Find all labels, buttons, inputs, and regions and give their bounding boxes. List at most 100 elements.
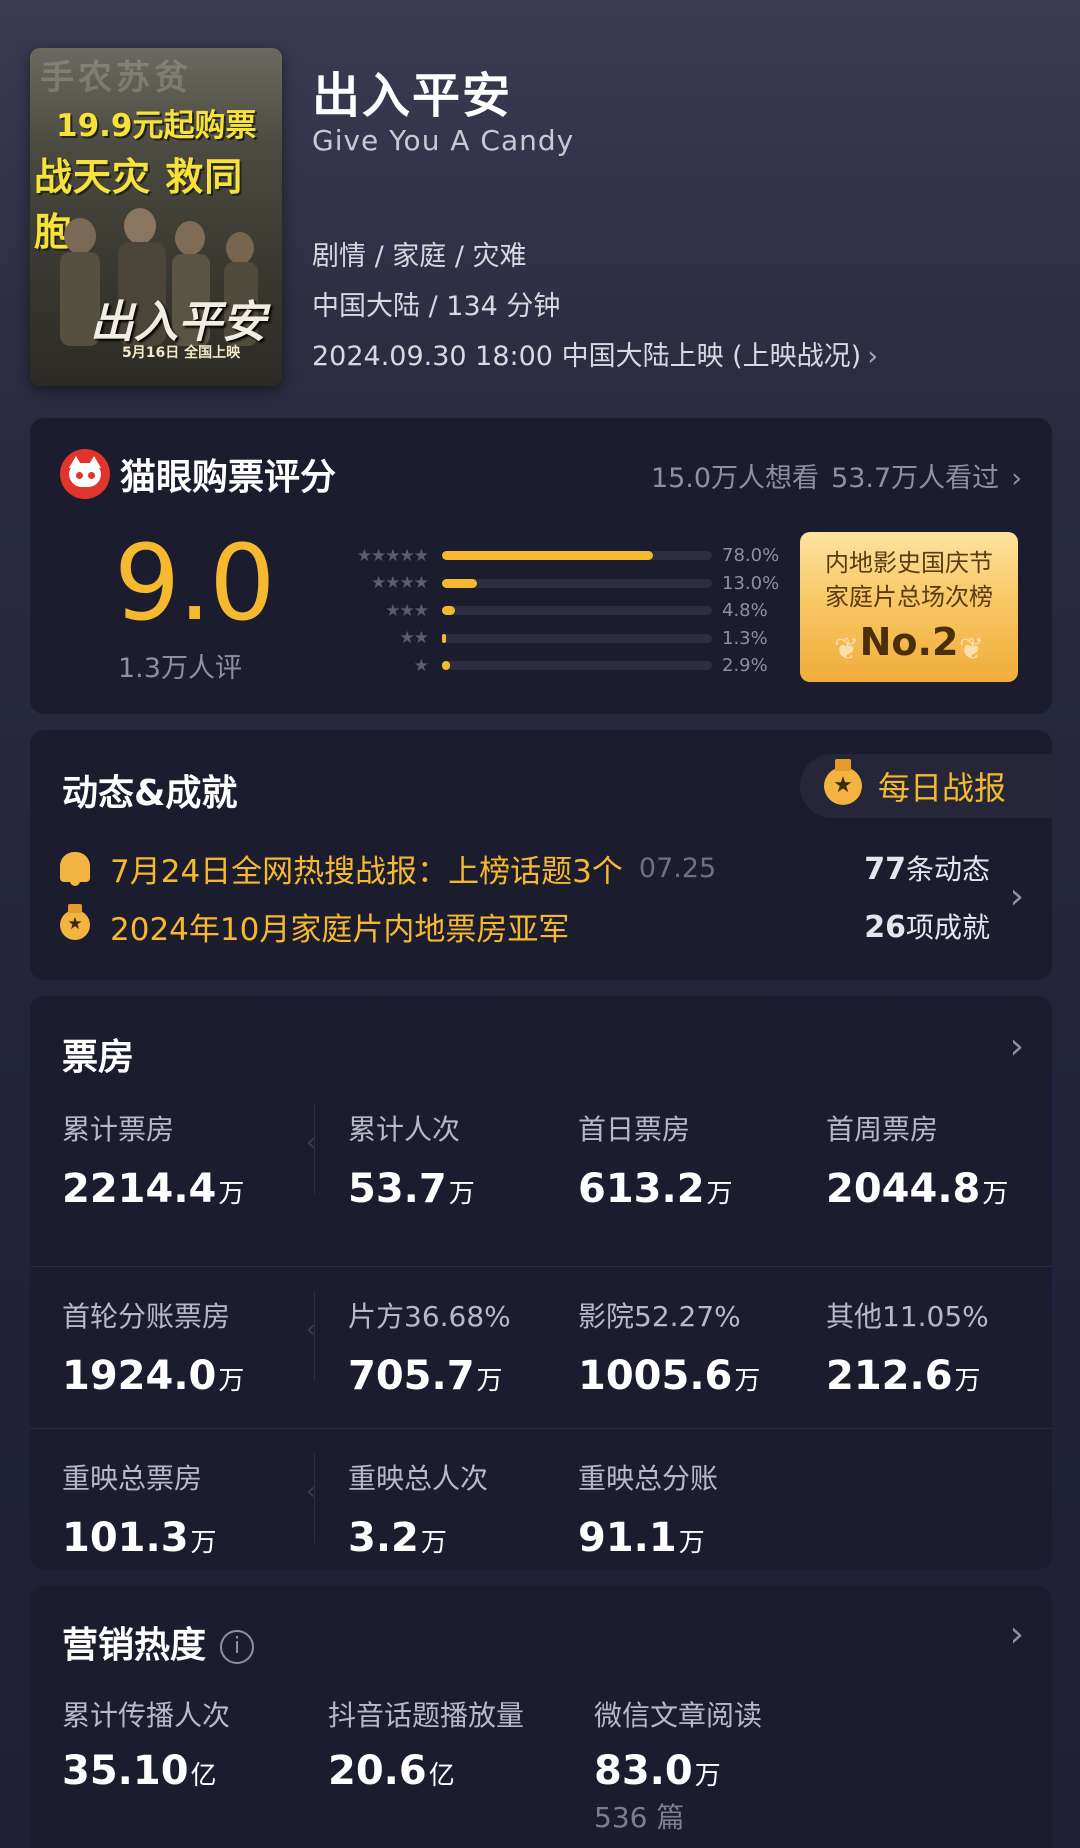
stat-label: 累计人次 [348, 1113, 461, 1146]
rating-bar-row: ★★ 1.3% [332, 625, 812, 653]
news-item[interactable]: 7月24日全网热搜战报：上榜话题3个 07.25 [60, 846, 716, 891]
box-office-title: 票房 [62, 1037, 135, 1078]
rating-bar-fill [442, 578, 478, 588]
rating-header: 猫眼购票评分 [60, 448, 336, 500]
rating-bar-track [442, 578, 712, 588]
watched-count: 53.7万人看过 [831, 463, 1000, 494]
stat-label: 重映总分账 [578, 1462, 719, 1495]
movie-poster[interactable]: 手农苏贫 19.9元起购票 战天灾 救同胞 出入平安 5月16日 全国上映 [30, 48, 282, 386]
rating-bar-row: ★★★★★ 78.0% [332, 542, 812, 570]
stat-label: 累计票房 [62, 1113, 175, 1146]
stat-label: 抖音话题播放量 [328, 1699, 525, 1732]
dynamics-card[interactable]: 动态&成就 ★ 每日战报 7月24日全网热搜战报：上榜话题3个 07.25 ★ … [30, 730, 1052, 980]
maoyan-cat-icon [60, 449, 110, 499]
movie-release-link[interactable]: 2024.09.30 18:00 中国大陆上映 (上映战况) › [312, 334, 878, 373]
rating-bar-track [442, 661, 712, 671]
stat-value: 2044.8万 [826, 1166, 1008, 1212]
rank-line-2: 家庭片总场次榜 [825, 583, 993, 611]
column-divider [306, 1291, 316, 1381]
rank-badge[interactable]: 内地影史国庆节 家庭片总场次榜 No.2 ❦ ❦ [800, 532, 1018, 682]
box-office-stat: 累计票房 2214.4万 [62, 1104, 244, 1212]
stat-value: 613.2万 [578, 1166, 733, 1212]
daily-report-button[interactable]: ★ 每日战报 [800, 754, 1052, 818]
rating-bar-fill [442, 661, 450, 671]
box-office-row: 重映总票房 101.3万 重映总人次 3.2万 重映总分账 91.1万 [30, 1428, 1052, 1590]
chevron-right-icon[interactable]: › [1010, 876, 1024, 917]
dynamic-count: 77条动态 [864, 848, 990, 888]
info-icon[interactable]: i [220, 1630, 255, 1664]
stat-number: 1005.6 [578, 1353, 733, 1399]
rating-percent: 2.9% [722, 655, 768, 677]
box-office-stat: 重映总人次 3.2万 [348, 1453, 488, 1561]
box-office-stat: 片方36.68% 705.7万 [348, 1291, 511, 1399]
rater-count: 1.3万人评 [118, 653, 242, 684]
poster-top-text: 手农苏贫 [40, 58, 192, 98]
stat-value: 3.2万 [348, 1515, 488, 1561]
stat-number: 101.3 [62, 1515, 189, 1561]
marketing-card[interactable]: 营销热度 i › 累计传播人次 35.10亿 抖音话题播放量 20.6亿 微信文章阅读 83… [30, 1586, 1052, 1848]
star-icon: ★★ [399, 628, 429, 649]
poster-price-text: 19.9元起购票 [56, 108, 257, 144]
stat-label: 首轮分账票房 [62, 1300, 231, 1333]
daily-report-label: 每日战报 [878, 769, 1007, 807]
chevron-right-icon: › [1011, 463, 1022, 494]
achievement-item[interactable]: ★ 2024年10月家庭片内地票房亚军 [60, 903, 569, 949]
star-icon: ★★★ [385, 600, 429, 621]
rating-score: 9.0 [114, 522, 275, 644]
laurel-right-icon: ❦ [958, 632, 984, 667]
rank-line-1: 内地影史国庆节 [825, 549, 993, 577]
rating-card[interactable]: 猫眼购票评分 15.0万人想看 53.7万人看过 › 9.0 1.3万人评 ★★★★… [30, 418, 1052, 714]
stat-number: 3.2 [348, 1515, 419, 1561]
release-text: 2024.09.30 18:00 中国大陆上映 (上映战况) [312, 341, 862, 372]
box-office-stat: 首日票房 613.2万 [578, 1104, 733, 1212]
watch-stats[interactable]: 15.0万人想看 53.7万人看过 › [639, 456, 1022, 495]
stat-value: 1924.0万 [62, 1353, 244, 1399]
stat-value: 20.6亿 [328, 1748, 524, 1794]
stat-unit: 万 [954, 1366, 981, 1396]
stat-value: 1005.6万 [578, 1353, 760, 1399]
box-office-grid: 累计票房 2214.4万 累计人次 53.7万 首日票房 613.2万 首周票房 2044.8… [30, 1104, 1052, 1590]
bell-icon [60, 851, 90, 886]
box-office-stat: 重映总票房 101.3万 [62, 1453, 217, 1561]
movie-genres: 剧情 / 家庭 / 灾难 [312, 241, 527, 272]
marketing-stat: 累计传播人次 35.10亿 [62, 1690, 230, 1794]
stat-number: 20.6 [328, 1748, 427, 1794]
stat-label: 首周票房 [826, 1113, 939, 1146]
stat-number: 1924.0 [62, 1353, 217, 1399]
stat-value: 35.10亿 [62, 1748, 230, 1794]
news-date: 07.25 [638, 853, 717, 884]
rating-bar-row: ★ 2.9% [332, 652, 812, 680]
stat-label: 其他11.05% [826, 1300, 989, 1333]
chevron-right-icon: › [867, 341, 879, 372]
medal-icon: ★ [60, 903, 90, 940]
rating-bar-fill [442, 551, 653, 561]
stat-value: 83.0万 [594, 1748, 762, 1794]
box-office-stat: 首轮分账票房 1924.0万 [62, 1291, 244, 1399]
stat-label: 累计传播人次 [62, 1699, 231, 1732]
stat-unit: 万 [694, 1761, 721, 1791]
movie-english-title: Give You A Candy [312, 124, 575, 157]
achievement-count-label: 项成就 [905, 911, 990, 944]
column-divider [306, 1453, 316, 1543]
stat-unit: 万 [218, 1179, 245, 1209]
rating-bar-row: ★★★★ 13.0% [332, 570, 812, 598]
stat-number: 2214.4 [62, 1166, 217, 1212]
rating-percent: 78.0% [722, 545, 780, 567]
rating-bar-row: ★★★ 4.8% [332, 597, 812, 625]
marketing-title-row: 营销热度 i [62, 1616, 255, 1668]
stat-value: 91.1万 [578, 1515, 718, 1561]
stat-unit: 亿 [190, 1761, 217, 1791]
stat-value: 705.7万 [348, 1353, 511, 1399]
box-office-stat: 累计人次 53.7万 [348, 1104, 475, 1212]
achievement-count: 26项成就 [864, 906, 990, 946]
rating-bar-track [442, 606, 712, 616]
stat-label: 重映总票房 [62, 1462, 203, 1495]
box-office-card[interactable]: 票房 › 累计票房 2214.4万 累计人次 53.7万 首日票房 613.2万 首周票房 2… [30, 996, 1052, 1570]
stat-value: 101.3万 [62, 1515, 217, 1561]
poster-date: 5月16日 全国上映 [122, 345, 241, 361]
stat-label: 微信文章阅读 [594, 1699, 763, 1732]
chevron-right-icon[interactable]: › [1010, 1026, 1024, 1067]
chevron-right-icon[interactable]: › [1010, 1614, 1024, 1655]
box-office-stat: 重映总分账 91.1万 [578, 1453, 718, 1561]
stat-value: 212.6万 [826, 1353, 989, 1399]
